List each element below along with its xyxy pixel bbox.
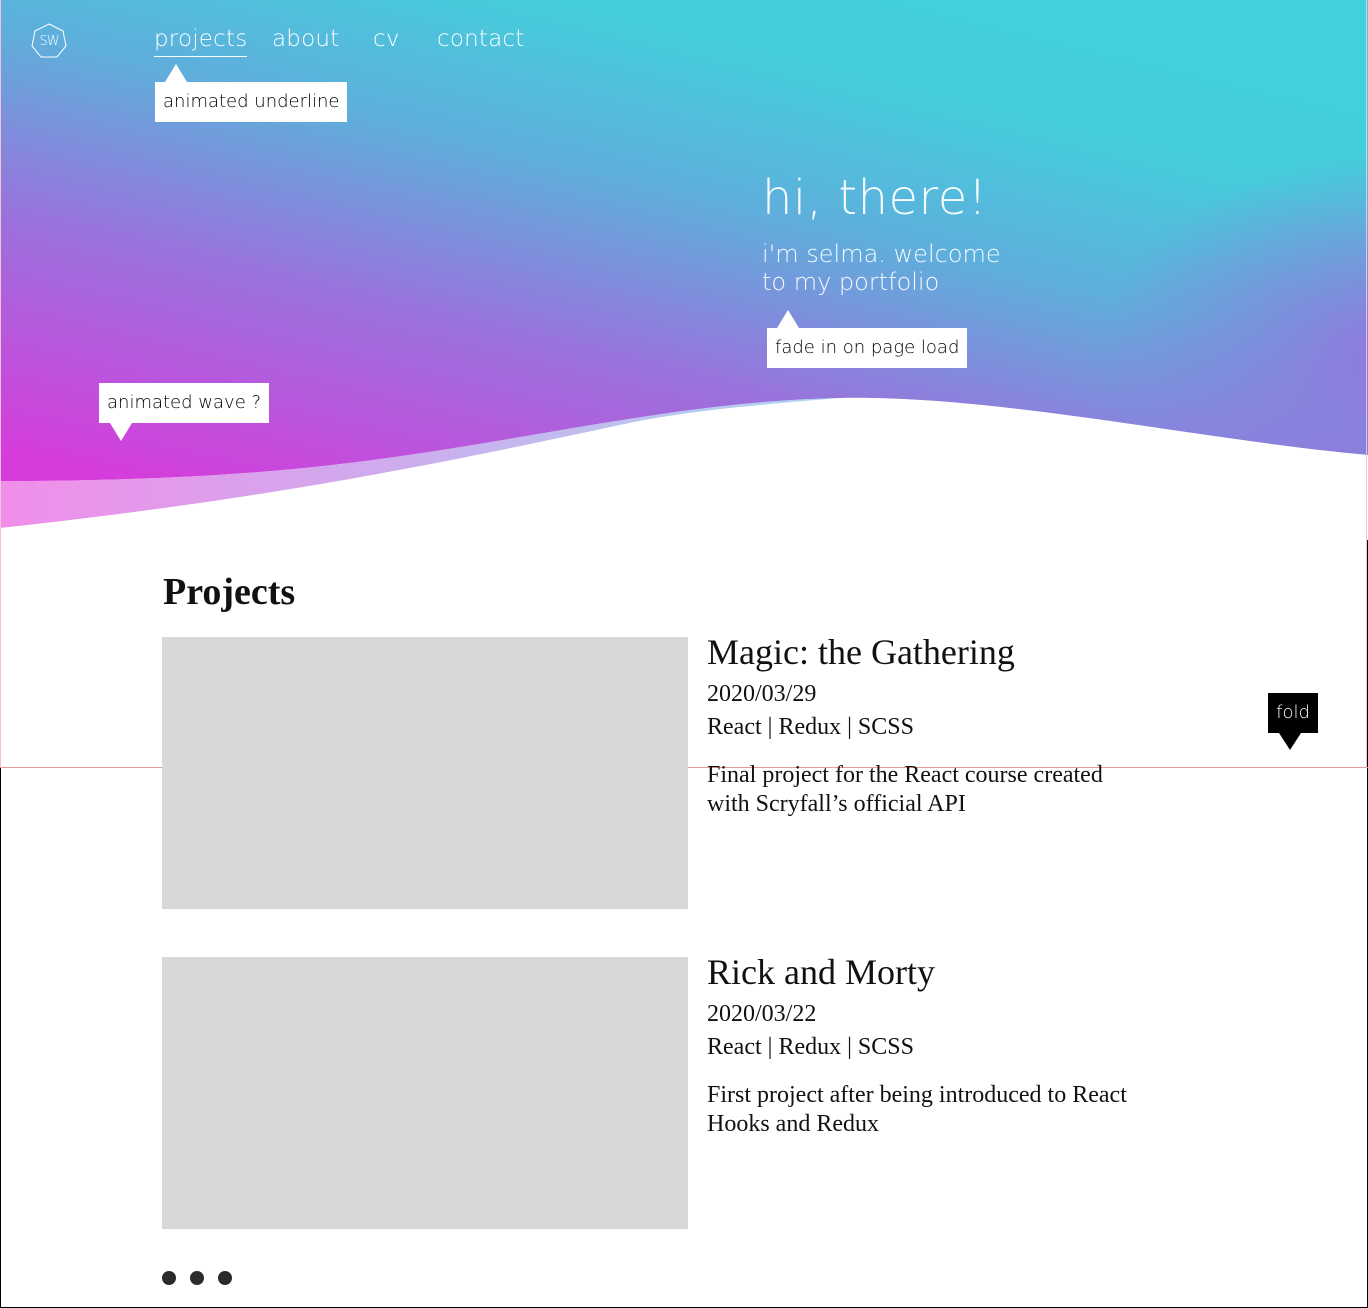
projects-heading: Projects <box>163 571 296 613</box>
hero-section: SW projects about cv contact animated un… <box>0 0 1368 540</box>
project-date: 2020/03/22 <box>707 1001 817 1027</box>
annotation-text: animated wave ? <box>107 392 262 413</box>
fold-boundary-right <box>1366 0 1367 767</box>
project-description: Final project for the React course creat… <box>707 762 1103 817</box>
fold-pointer <box>1279 733 1301 750</box>
project-description: First project after being introduced to … <box>707 1082 1127 1137</box>
project-tags: React | Redux | SCSS <box>707 714 914 740</box>
fold-boundary-left <box>0 0 1 767</box>
nav-link-about[interactable]: about <box>272 22 339 56</box>
annotation-text: animated underline <box>163 91 340 112</box>
project-title[interactable]: Magic: the Gathering <box>707 631 1015 673</box>
project-card[interactable]: Rick and Morty 2020/03/22 React | Redux … <box>162 952 1162 1229</box>
hero-heading: hi, there! <box>762 170 988 226</box>
pagination-dot[interactable] <box>162 1271 176 1285</box>
annotation-pointer <box>110 423 132 441</box>
pagination-dot[interactable] <box>190 1271 204 1285</box>
annotation-text: fade in on page load <box>775 337 960 358</box>
annotation-animated-underline: animated underline <box>155 64 348 122</box>
annotation-pointer <box>777 310 799 328</box>
nav-link-projects[interactable]: projects <box>154 22 248 57</box>
project-image-placeholder[interactable] <box>162 637 688 909</box>
project-card[interactable]: Magic: the Gathering 2020/03/29 React | … <box>162 632 1162 909</box>
nav-link-contact[interactable]: contact <box>437 22 524 56</box>
annotation-fade-in: fade in on page load <box>767 310 968 368</box>
project-tags: React | Redux | SCSS <box>707 1034 914 1060</box>
annotation-pointer <box>165 64 187 82</box>
pagination-dot[interactable] <box>218 1271 232 1285</box>
project-title[interactable]: Rick and Morty <box>707 951 935 993</box>
logo-text: SW <box>39 34 59 49</box>
annotation-animated-wave: animated wave ? <box>99 383 270 441</box>
hero-wave-background <box>0 0 1368 540</box>
project-image-placeholder[interactable] <box>162 957 688 1229</box>
logo[interactable]: SW <box>30 22 68 60</box>
fold-label: fold <box>1276 702 1310 723</box>
hero-subheading: i'm selma. welcome to my portfolio <box>762 240 1001 296</box>
project-date: 2020/03/29 <box>707 681 817 707</box>
nav-link-cv[interactable]: cv <box>373 22 400 56</box>
fold-marker: fold <box>1268 693 1318 750</box>
